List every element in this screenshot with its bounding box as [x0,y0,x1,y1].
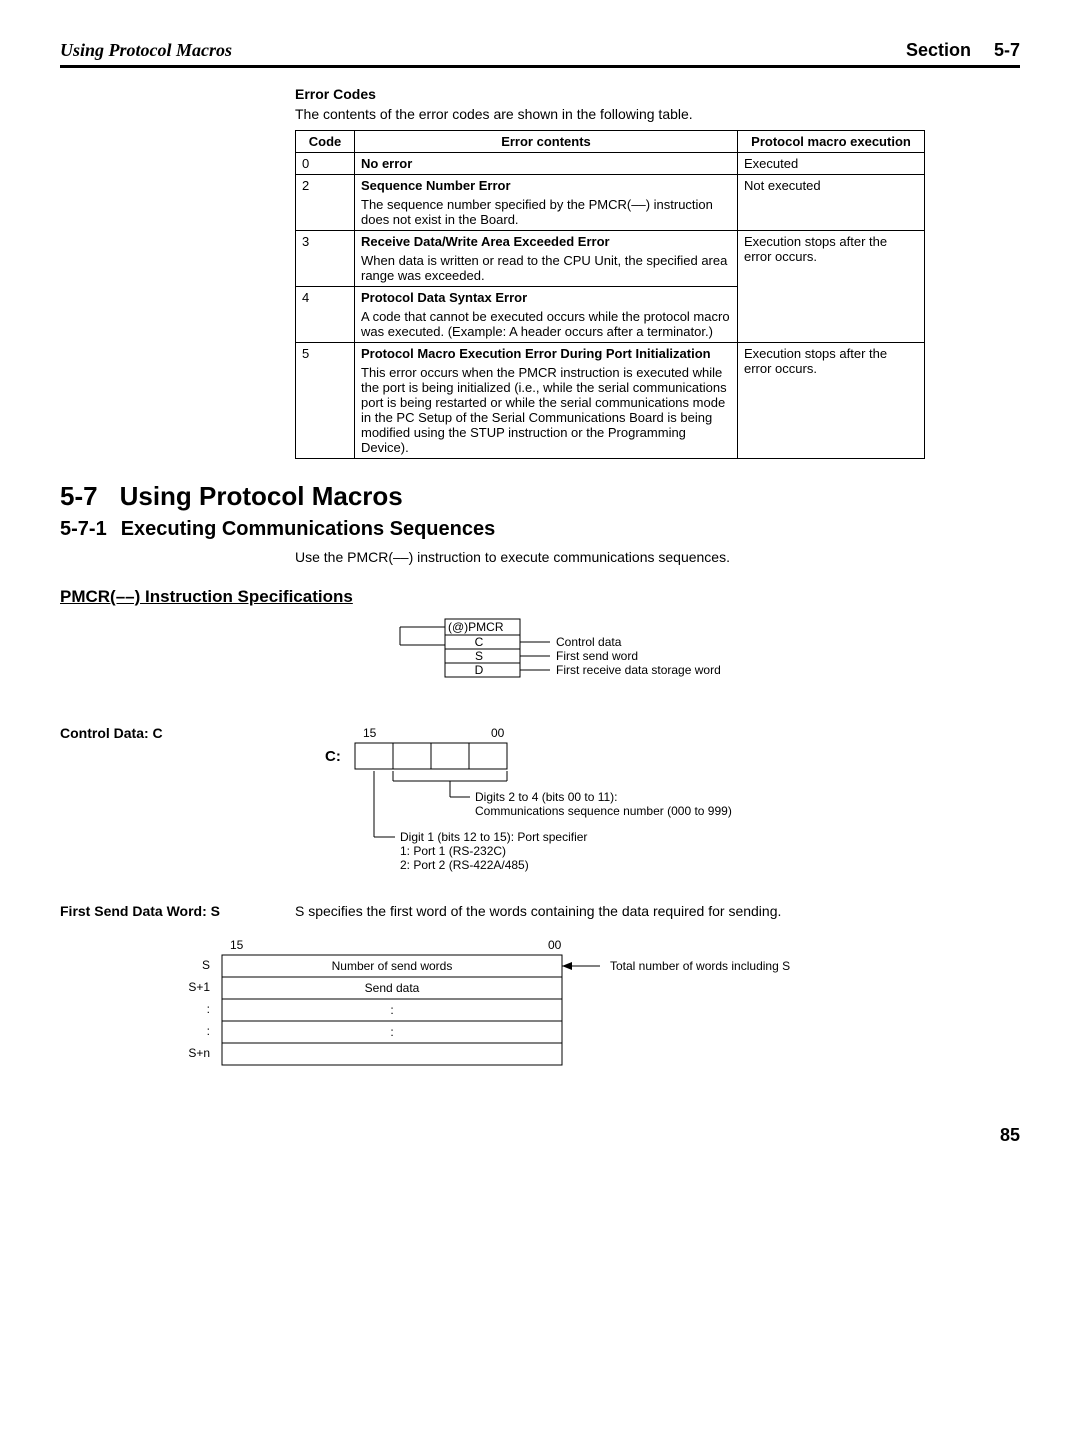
note-digit-1-b: 1: Port 1 (RS-232C) [400,844,506,858]
bit-15: 15 [230,938,244,952]
col-exec: Protocol macro execution [738,131,925,153]
cell-code: 5 [296,343,355,459]
cell-contents: Sequence Number Error The sequence numbe… [355,175,738,231]
operand-label-s: First send word [556,649,638,663]
intro-text: Use the PMCR(––) instruction to execute … [295,549,1020,565]
table-row: 3 Receive Data/Write Area Exceeded Error… [296,231,925,287]
cell-code: 2 [296,175,355,231]
table-row: 5 Protocol Macro Execution Error During … [296,343,925,459]
section-number: 5-7 [994,40,1020,60]
cell-code: 0 [296,153,355,175]
cell-send-data: Send data [365,981,420,995]
col-code: Code [296,131,355,153]
cell-exec: Executed [738,153,925,175]
heading-num: 5-7 [60,481,98,511]
cell-code: 3 [296,231,355,287]
page-header: Using Protocol Macros Section 5-7 [60,40,1020,68]
heading-num: 5-7-1 [60,518,107,540]
header-title: Using Protocol Macros [60,40,232,61]
note-digit-1-a: Digit 1 (bits 12 to 15): Port specifier [400,830,587,844]
bit-15: 15 [363,726,377,740]
heading-5-7-1: 5-7-1 Executing Communications Sequences [60,518,1020,541]
page-number: 85 [60,1125,1020,1146]
operand-s: S [475,649,483,663]
first-send-diagram: 15 00 S Number of send words S+1 Send da… [160,935,1020,1085]
heading-text: Using Protocol Macros [120,481,403,511]
note-digits-2-4-a: Digits 2 to 4 (bits 00 to 11): [475,790,618,804]
table-row: 0 No error Executed [296,153,925,175]
first-send-label: First Send Data Word: S [60,903,220,919]
cell-exec: Execution stops after the error occurs. [738,343,925,459]
row-label-dots: : [207,1002,210,1016]
table-row: 2 Sequence Number Error The sequence num… [296,175,925,231]
section-label: Section [906,40,971,60]
arrow-label: Total number of words including S [610,959,790,973]
label-c: C: [325,748,341,765]
operand-c: C [475,635,484,649]
row-label-dots2: : [207,1024,210,1038]
error-codes-title: Error Codes [295,86,1020,102]
cell-contents: No error [355,153,738,175]
bit-00: 00 [491,726,505,740]
cell-contents: Protocol Macro Execution Error During Po… [355,343,738,459]
cell-dots2: : [390,1025,393,1039]
operand-box-svg: (@)PMCR C S D Control data First send wo… [360,617,880,707]
mnemonic-text: (@)PMCR [448,620,504,634]
cell-contents: Receive Data/Write Area Exceeded Error W… [355,231,738,287]
control-data-label: Control Data: C [60,725,163,741]
cell-exec: Execution stops after the error occurs. [738,231,925,343]
header-section: Section 5-7 [906,40,1020,61]
note-digits-2-4-b: Communications sequence number (000 to 9… [475,804,732,818]
cell-contents: Protocol Data Syntax Error A code that c… [355,287,738,343]
operand-box-diagram: (@)PMCR C S D Control data First send wo… [360,617,1020,707]
heading-text: Executing Communications Sequences [121,518,496,540]
row-label-s1: S+1 [188,980,210,994]
cell-exec: Not executed [738,175,925,231]
table-row: Code Error contents Protocol macro execu… [296,131,925,153]
operand-label-c: Control data [556,635,622,649]
operand-d: D [475,663,484,677]
error-codes-intro: The contents of the error codes are show… [295,106,1020,122]
error-codes-table: Code Error contents Protocol macro execu… [295,130,925,459]
cell-code: 4 [296,287,355,343]
cell-dots: : [390,1003,393,1017]
note-digit-1-c: 2: Port 2 (RS-422A/485) [400,858,529,872]
operand-label-d: First receive data storage word [556,663,721,677]
row-label-sn: S+n [188,1046,210,1060]
row-label-s: S [202,958,210,972]
heading-5-7: 5-7 Using Protocol Macros [60,481,1020,512]
first-send-text: S specifies the first word of the words … [295,903,1020,919]
col-contents: Error contents [355,131,738,153]
spec-title: PMCR(––) Instruction Specifications [60,587,353,607]
bit-00: 00 [548,938,562,952]
cell-number-of-send-words: Number of send words [332,959,453,973]
control-data-diagram: 15 00 C: Digits 2 to 4 (bits 00 to 11): … [295,725,1020,885]
